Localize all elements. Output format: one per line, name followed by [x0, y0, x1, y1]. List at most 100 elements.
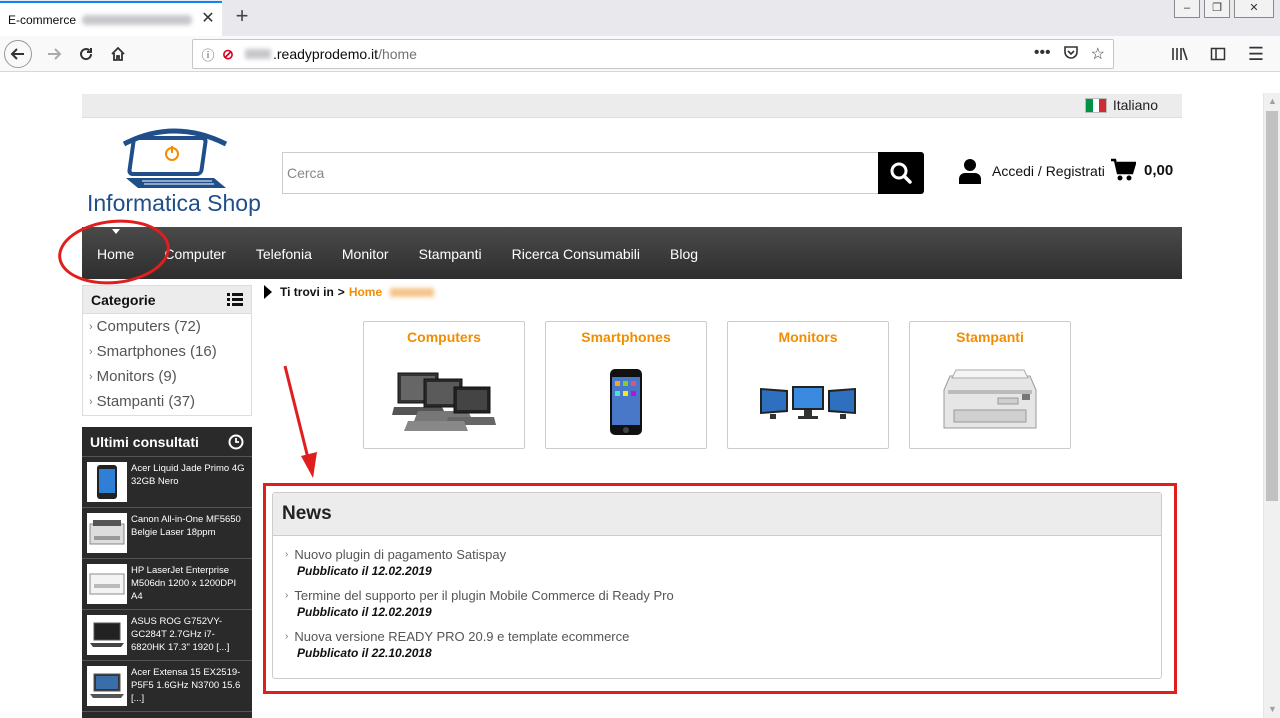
insecure-lock-icon[interactable]: ⊘ — [219, 46, 237, 63]
chevron-right-icon: › — [89, 345, 93, 358]
menu-item-monitor[interactable]: Monitor — [327, 227, 404, 279]
recent-product[interactable]: Acer Extensa 15 EX2519-P5F5 1.6GHz N3700… — [82, 661, 252, 712]
breadcrumb-separator: > — [337, 285, 345, 299]
chevron-right-icon: › — [285, 631, 289, 642]
window-close-icon[interactable]: ✕ — [1234, 0, 1274, 18]
monitors-icon — [728, 364, 888, 440]
categories-title: Categorie — [91, 291, 156, 308]
clock-icon — [228, 434, 244, 449]
library-icon[interactable] — [1166, 40, 1194, 68]
account-link[interactable]: Accedi / Registrati — [958, 158, 1105, 184]
printer-icon — [910, 364, 1070, 440]
category-item-stampanti[interactable]: › Stampanti (37) — [83, 389, 251, 414]
menu-item-blog[interactable]: Blog — [655, 227, 713, 279]
news-item[interactable]: › Nuovo plugin di pagamento Satispay Pubb… — [285, 547, 506, 578]
menu-item-stampanti[interactable]: Stampanti — [404, 227, 497, 279]
scroll-thumb[interactable] — [1266, 111, 1278, 501]
product-thumbnail — [87, 615, 127, 655]
search-bar — [282, 152, 924, 194]
chevron-right-icon: › — [89, 395, 93, 408]
card-title: Smartphones — [581, 329, 671, 345]
chevron-right-icon: › — [89, 320, 93, 333]
category-card-stampanti[interactable]: Stampanti — [909, 321, 1071, 449]
category-item-monitors[interactable]: › Monitors (9) — [83, 364, 251, 389]
recent-product[interactable]: HP LaserJet Enterprise M506dn 1200 x 120… — [82, 559, 252, 610]
minimize-icon[interactable]: – — [1174, 0, 1200, 18]
laptop-logo-icon — [122, 128, 228, 188]
list-icon[interactable] — [227, 293, 243, 306]
browser-tab[interactable]: E-commerce ✕ — [0, 1, 222, 36]
sidebar-icon[interactable] — [1204, 40, 1232, 68]
url-path: /home — [378, 46, 417, 62]
tab-title-redacted — [82, 14, 193, 25]
cart-icon — [1111, 158, 1136, 181]
product-thumbnail — [87, 513, 127, 553]
cart-total: 0,00 — [1144, 161, 1174, 179]
recent-product[interactable]: Acer Liquid Jade Primo 4G 32GB Nero — [82, 457, 252, 508]
tab-close-icon[interactable]: ✕ — [200, 11, 216, 27]
category-item-smartphones[interactable]: › Smartphones (16) — [83, 339, 251, 364]
reload-icon[interactable] — [72, 40, 100, 68]
url-subdomain-redacted — [245, 49, 271, 59]
card-title: Stampanti — [956, 329, 1024, 345]
news-panel: News › Nuovo plugin di pagamento Satispay… — [272, 492, 1162, 679]
breadcrumb-redacted — [390, 287, 435, 297]
menu-item-telefonia[interactable]: Telefonia — [241, 227, 327, 279]
news-item[interactable]: › Nuova versione READY PRO 20.9 e templat… — [285, 629, 629, 660]
site-logo[interactable]: Informatica Shop — [84, 124, 270, 220]
new-tab-button[interactable]: + — [230, 4, 254, 28]
account-label: Accedi / Registrati — [992, 163, 1105, 179]
breadcrumb-home[interactable]: Home — [349, 285, 382, 299]
news-item-title[interactable]: Nuovo plugin di pagamento Satispay — [294, 547, 506, 562]
menu-item-ricerca-consumabili[interactable]: Ricerca Consumabili — [497, 227, 655, 279]
category-card-monitors[interactable]: Monitors — [727, 321, 889, 449]
category-card-smartphones[interactable]: Smartphones — [545, 321, 707, 449]
news-item-title[interactable]: Termine del supporto per il plugin Mobil… — [294, 588, 673, 603]
recent-product-name: ASUS ROG G752VY-GC284T 2.7GHz i7-6820HK … — [131, 616, 230, 653]
product-thumbnail — [87, 666, 127, 706]
pocket-icon[interactable] — [1063, 44, 1079, 65]
chevron-right-icon: › — [285, 549, 289, 560]
recent-product[interactable]: ASUS ROG G752VY-GC284T 2.7GHz i7-6820HK … — [82, 610, 252, 661]
categories-header: Categorie — [83, 286, 251, 314]
category-label: Stampanti (37) — [96, 393, 196, 410]
back-icon[interactable] — [4, 40, 32, 68]
main-menu: Home Computer Telefonia Monitor Stampant… — [82, 227, 1182, 279]
category-label: Monitors (9) — [96, 368, 177, 385]
news-item[interactable]: › Termine del supporto per il plugin Mobi… — [285, 588, 674, 619]
annotation-arrow-icon — [283, 365, 317, 478]
bookmark-star-icon[interactable]: ☆ — [1091, 44, 1105, 65]
page-scrollbar[interactable]: ▲ ▼ — [1263, 93, 1280, 718]
laptops-icon — [364, 364, 524, 440]
window-controls: – ❐ ✕ — [1174, 0, 1274, 18]
language-label: Italiano — [1112, 97, 1158, 113]
cart-link[interactable]: 0,00 — [1110, 158, 1173, 182]
url-bar[interactable]: ⓘ ⊘ .readyprodemo.it /home ••• ☆ — [192, 39, 1114, 69]
search-input[interactable] — [282, 152, 878, 194]
top-strip: Italiano — [82, 94, 1182, 118]
smartphone-icon — [546, 364, 706, 440]
site-info-icon[interactable]: ⓘ — [197, 45, 219, 64]
scroll-up-arrow-icon[interactable]: ▲ — [1264, 93, 1280, 110]
news-item-date: Pubblicato il 12.02.2019 — [297, 605, 432, 619]
category-label: Smartphones (16) — [96, 343, 217, 360]
menu-hamburger-icon[interactable]: ☰ — [1242, 40, 1270, 68]
recent-product-name: Acer Extensa 15 EX2519-P5F5 1.6GHz N3700… — [131, 667, 241, 704]
chevron-right-icon: › — [285, 590, 289, 601]
category-item-computers[interactable]: › Computers (72) — [83, 314, 251, 339]
recent-product[interactable]: Canon All-in-One MF5650 Belgie Laser 18p… — [82, 508, 252, 559]
language-selector[interactable]: Italiano — [1084, 97, 1158, 113]
home-icon[interactable] — [104, 40, 132, 68]
recently-viewed-header: Ultimi consultati — [82, 427, 252, 457]
user-icon — [959, 159, 981, 184]
breadcrumb: Ti trovi in > Home — [264, 285, 435, 299]
recently-viewed-title: Ultimi consultati — [90, 433, 199, 450]
forward-icon[interactable] — [40, 40, 68, 68]
scroll-down-arrow-icon[interactable]: ▼ — [1264, 701, 1280, 718]
tab-title: E-commerce — [8, 12, 77, 27]
restore-icon[interactable]: ❐ — [1204, 0, 1230, 18]
news-item-title[interactable]: Nuova versione READY PRO 20.9 e template… — [294, 629, 629, 644]
search-button[interactable] — [878, 152, 924, 194]
page-actions-icon[interactable]: ••• — [1034, 44, 1051, 65]
category-card-computers[interactable]: Computers — [363, 321, 525, 449]
